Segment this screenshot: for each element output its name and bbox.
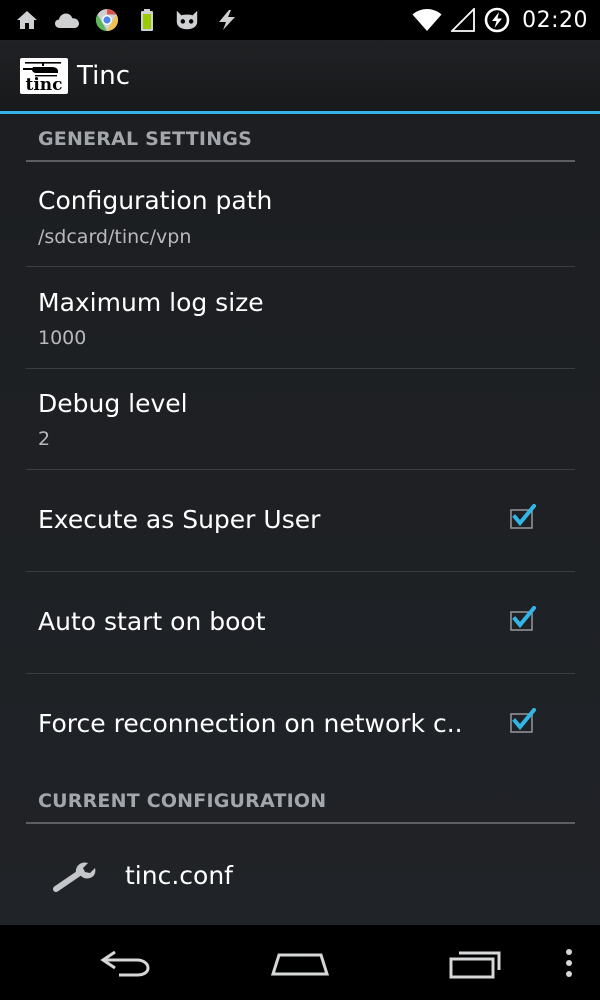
app-logo[interactable]: tinc <box>20 57 68 94</box>
cloud-icon <box>54 7 80 33</box>
recent-apps-button[interactable] <box>430 925 520 1000</box>
action-bar: tinc Tinc <box>0 40 600 111</box>
pref-auto-start-boot[interactable]: Auto start on boot <box>0 572 600 673</box>
system-icons: 02:20 <box>412 7 600 33</box>
wifi-icon <box>412 7 442 33</box>
home-button[interactable] <box>255 925 345 1000</box>
auto-start-checkbox[interactable] <box>510 606 536 632</box>
file-label: tinc.conf <box>125 861 233 890</box>
clock: 02:20 <box>522 7 588 33</box>
wrench-icon <box>53 862 96 892</box>
pref-execute-super-user[interactable]: Execute as Super User <box>0 470 600 571</box>
logo-text: tinc <box>25 74 63 94</box>
pref-debug-level[interactable]: Debug level 2 <box>0 369 600 469</box>
signal-icon <box>450 7 476 33</box>
pref-title: Configuration path <box>38 186 273 215</box>
pref-title: Execute as Super User <box>38 505 321 534</box>
settings-list[interactable]: GENERAL SETTINGS Configuration path /sdc… <box>0 114 600 925</box>
section-header-current: CURRENT CONFIGURATION <box>38 790 327 812</box>
pref-summary: 2 <box>38 428 51 450</box>
cyanogen-icon <box>174 7 200 33</box>
pref-force-reconnection[interactable]: Force reconnection on network c.. <box>0 674 600 775</box>
overflow-menu-icon <box>566 948 572 977</box>
config-file-item[interactable]: tinc.conf <box>0 824 600 925</box>
pref-summary: /sdcard/tinc/vpn <box>38 226 192 248</box>
back-button[interactable] <box>80 925 170 1000</box>
super-user-checkbox[interactable] <box>510 504 536 530</box>
navigation-bar <box>0 925 600 1000</box>
status-bar: 02:20 <box>0 0 600 40</box>
home-icon <box>14 7 40 33</box>
chrome-icon <box>94 7 120 33</box>
flash-icon <box>214 7 240 33</box>
force-reconnect-checkbox[interactable] <box>510 708 536 734</box>
overflow-menu-button[interactable] <box>552 925 586 1000</box>
pref-configuration-path[interactable]: Configuration path /sdcard/tinc/vpn <box>0 162 600 266</box>
pref-title: Debug level <box>38 389 188 418</box>
pref-summary: 1000 <box>38 327 87 349</box>
battery-app-icon <box>134 7 160 33</box>
home-icon <box>270 953 330 975</box>
notification-icons <box>0 7 240 33</box>
back-icon <box>100 950 150 976</box>
battery-charging-icon <box>484 7 510 33</box>
section-header-general: GENERAL SETTINGS <box>38 128 252 150</box>
pref-title: Maximum log size <box>38 288 264 317</box>
pref-title: Force reconnection on network c.. <box>38 709 463 738</box>
recent-apps-icon <box>449 951 501 978</box>
pref-title: Auto start on boot <box>38 607 266 636</box>
pref-max-log-size[interactable]: Maximum log size 1000 <box>0 267 600 368</box>
app-title: Tinc <box>77 60 131 91</box>
